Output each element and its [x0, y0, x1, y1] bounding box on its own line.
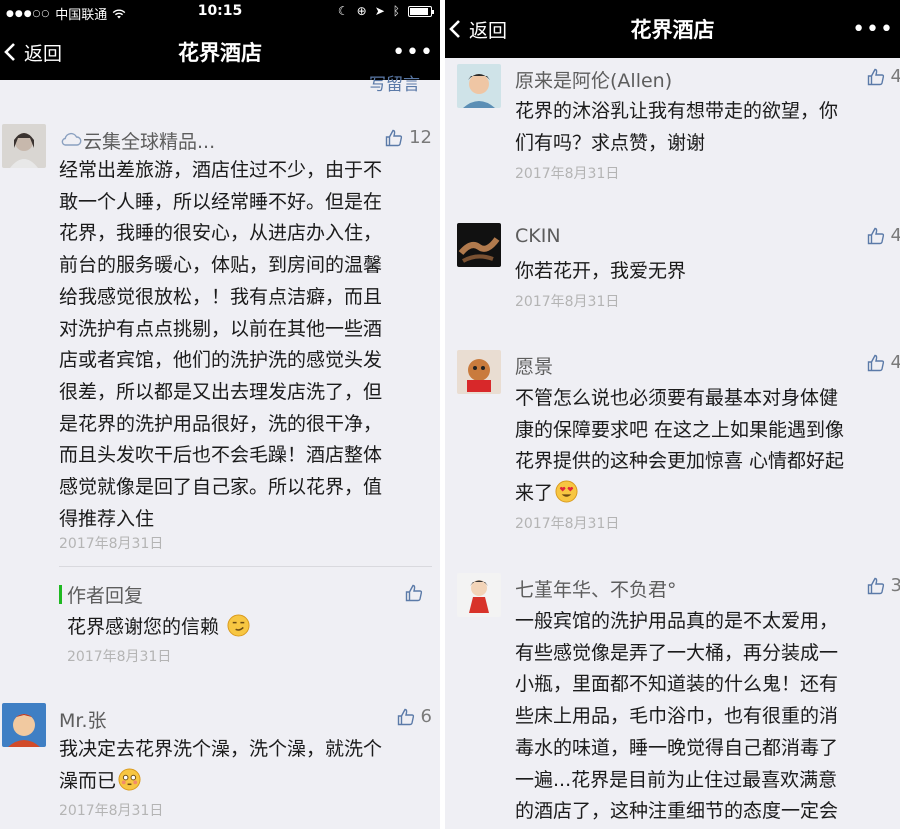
comment-date: 2017年8月31日: [515, 516, 620, 532]
reply-date: 2017年8月31日: [67, 649, 172, 665]
comment-username: 愿景: [515, 356, 554, 378]
like-count: 4: [890, 225, 900, 246]
cloud-icon: [61, 132, 82, 146]
comment-username: 七堇年华、不负君°: [515, 579, 677, 601]
comment-line: 前台的服务暖心，体贴，到房间的温馨: [59, 254, 383, 277]
status-bar: ●●●○○ 中国联通 10:15 ☾ ⊕ ➤ ᛒ: [0, 0, 440, 24]
moon-icon: ☾: [337, 4, 349, 18]
like-button[interactable]: 6: [397, 706, 432, 727]
comment-date: 2017年8月31日: [59, 536, 164, 552]
like-button[interactable]: [405, 584, 423, 602]
bluetooth-icon: ᛒ: [392, 4, 400, 18]
thumbs-up-icon: [385, 129, 403, 146]
comment-line: 是花界的洗护用品很好，洗的很干净，: [59, 412, 383, 435]
comment-line: 经常出差旅游，酒店住过不少，由于不: [59, 159, 383, 181]
like-button[interactable]: 4: [867, 225, 900, 246]
right-screenshot: 返回 花界酒店 ••• 原来是阿伦(Allen) 4 花界的沐浴乳让我有想带走的…: [445, 0, 900, 829]
comment-line: 不管怎么说也必须要有最基本对身体健: [515, 387, 839, 409]
like-count: 4: [890, 352, 900, 373]
avatar[interactable]: [2, 124, 46, 168]
like-button[interactable]: 3: [867, 575, 900, 596]
location-icon: ➤: [374, 4, 385, 18]
avatar[interactable]: [457, 350, 501, 394]
comment-line: 我决定去花界洗个澡，洗个澡，就洗个: [59, 738, 383, 760]
comment-line: 一遍...花界是目前为止住过最喜欢满意: [515, 768, 838, 791]
smirk-emoji-icon: [227, 614, 250, 637]
comment-line: 来了: [515, 478, 895, 510]
author-reply-text: 花界感谢您的信赖: [67, 612, 427, 644]
like-count: 12: [409, 127, 432, 148]
comment-line: 店或者宾馆，他们的洗护洗的感觉头发: [59, 349, 383, 372]
rotation-lock-icon: ⊕: [356, 4, 367, 18]
comment-line: 很差，所以都是又出去理发店洗了，但: [59, 380, 383, 403]
thumbs-up-icon: [867, 227, 884, 244]
comment-text: 我决定去花界洗个澡，洗个澡，就洗个 澡而已: [59, 734, 431, 797]
comment-line: 给我感觉很放松，！我有点洁癖，而且: [59, 285, 383, 308]
thumbs-up-icon: [405, 584, 423, 602]
avatar[interactable]: [457, 64, 501, 108]
left-screenshot: ●●●○○ 中国联通 10:15 ☾ ⊕ ➤ ᛒ 返回 花界酒店 ••• 写留言: [0, 0, 440, 829]
comment-line: 有些感觉像是弄了一大桶，再分装成一: [515, 641, 839, 664]
comment-line: 小瓶，里面都不知道装的什么鬼！还有: [515, 673, 839, 696]
reply-accent-bar: [59, 585, 62, 604]
comment-date: 2017年8月31日: [59, 803, 164, 819]
reply-text: 花界感谢您的信赖: [67, 616, 220, 638]
comment-line: 对洗护有点点挑剔，以前在其他一些酒: [59, 317, 383, 340]
like-button[interactable]: 4: [867, 66, 900, 87]
battery-icon: [408, 5, 434, 17]
comment-line-text: 澡而已: [59, 769, 117, 792]
comment-username: CKIN: [515, 225, 561, 247]
comment-text: 一般宾馆的洗护用品真的是不太爱用， 有些感觉像是弄了一大桶，再分装成一 小瓶，里…: [515, 606, 895, 828]
status-right-icons: ☾ ⊕ ➤ ᛒ: [337, 4, 434, 18]
thumbs-up-icon: [397, 708, 414, 725]
like-count: 4: [890, 66, 900, 87]
page-title: 花界酒店: [630, 18, 715, 42]
thumbs-up-icon: [867, 577, 884, 594]
heart-eyes-emoji-icon: [555, 480, 578, 503]
comment-line: 你若花开，我爱无界: [515, 260, 687, 282]
comment-line: 的酒店了，这种注重细节的态度一定会: [515, 800, 839, 823]
comment-text: 花界的沐浴乳让我有想带走的欲望，你 们有吗？求点赞，谢谢: [515, 96, 895, 159]
comment-line: 康的保障要求吧 在这之上如果能遇到像: [515, 418, 845, 441]
comment-username: 原来是阿伦(Allen): [515, 70, 673, 92]
flushed-emoji-icon: [118, 768, 141, 791]
thumbs-up-icon: [867, 354, 884, 371]
comment-line-text: 来了: [515, 482, 554, 505]
comment-line: 一般宾馆的洗护用品真的是不太爱用，: [515, 610, 839, 632]
comment-text: 你若花开，我爱无界: [515, 256, 895, 288]
avatar[interactable]: [457, 573, 501, 617]
divider: [59, 566, 432, 567]
like-count: 3: [890, 575, 900, 596]
comment-line: 敢一个人睡，所以经常睡不好。但是在: [59, 190, 383, 213]
comment-text: 经常出差旅游，酒店住过不少，由于不 敢一个人睡，所以经常睡不好。但是在 花界，我…: [59, 155, 431, 535]
comment-line: 得推荐入住: [59, 507, 155, 530]
comment-line: 们有吗？求点赞，谢谢: [515, 131, 706, 154]
comment-line: 毒水的味道，睡一晚觉得自己都消毒了: [515, 736, 839, 759]
comment-username: 云集全球精品...: [83, 131, 216, 153]
comment-line: 花界提供的这种会更加惊喜 心情都好起: [515, 450, 845, 473]
comment-username: Mr.张: [59, 710, 107, 732]
comment-text: 不管怎么说也必须要有最基本对身体健 康的保障要求吧 在这之上如果能遇到像 花界提…: [515, 383, 895, 510]
comment-line: 些床上用品，毛巾浴巾，也有很重的消: [515, 705, 839, 728]
thumbs-up-icon: [867, 68, 884, 85]
comment-line: 澡而已: [59, 766, 431, 798]
avatar[interactable]: [2, 703, 46, 747]
avatar[interactable]: [457, 223, 501, 267]
comment-date: 2017年8月31日: [515, 294, 620, 310]
like-button[interactable]: 12: [385, 127, 432, 148]
write-comment-link[interactable]: 写留言: [369, 70, 420, 95]
comment-line: 而且头发吹干后也不会毛躁！酒店整体: [59, 444, 383, 467]
comment-line: 花界，我睡的很安心，从进店办入住，: [59, 222, 383, 245]
comment-line: 花界的沐浴乳让我有想带走的欲望，你: [515, 100, 839, 122]
like-button[interactable]: 4: [867, 352, 900, 373]
nav-bar: 返回 花界酒店 •••: [445, 0, 900, 58]
author-reply-label: 作者回复: [67, 585, 144, 607]
comment-line: 感觉就像是回了自己家。所以花界，值: [59, 476, 383, 499]
more-menu-button[interactable]: •••: [852, 0, 894, 58]
comment-date: 2017年8月31日: [515, 166, 620, 182]
like-count: 6: [420, 706, 432, 727]
